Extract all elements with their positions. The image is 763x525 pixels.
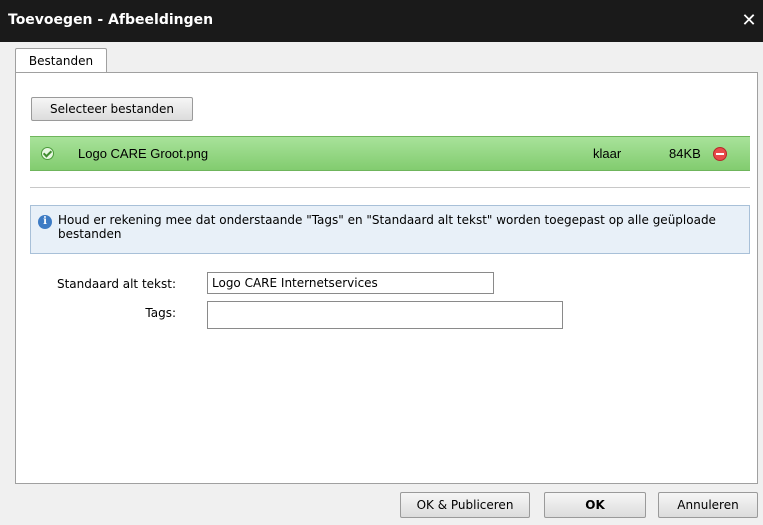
select-files-button[interactable]: Selecteer bestanden [31, 97, 193, 121]
dialog-title: Toevoegen - Afbeeldingen [8, 12, 214, 28]
alt-text-input[interactable] [207, 272, 494, 294]
tags-input[interactable] [207, 301, 563, 329]
ok-publish-button[interactable]: OK & Publiceren [400, 492, 530, 518]
file-status: klaar [593, 146, 622, 161]
divider [30, 187, 750, 188]
title-bar: Toevoegen - Afbeeldingen ✕ [0, 0, 763, 42]
info-icon: i [38, 215, 52, 229]
file-size: 84KB [669, 146, 701, 161]
info-message: Houd er rekening mee dat onderstaande "T… [58, 213, 716, 241]
remove-file-icon[interactable] [713, 147, 727, 161]
ok-button[interactable]: OK [544, 492, 646, 518]
dialog: Toevoegen - Afbeeldingen ✕ Bestanden Sel… [0, 0, 763, 525]
tags-label: Tags: [145, 306, 176, 320]
alt-text-label: Standaard alt tekst: [56, 277, 176, 291]
info-box: i Houd er rekening mee dat onderstaande … [30, 205, 750, 254]
file-name: Logo CARE Groot.png [78, 146, 209, 161]
file-row: Logo CARE Groot.png klaar 84KB [30, 136, 750, 171]
tab-panel: Selecteer bestanden Logo CARE Groot.png … [15, 72, 758, 484]
cancel-button[interactable]: Annuleren [658, 492, 758, 518]
close-icon[interactable]: ✕ [739, 10, 759, 32]
check-circle-icon [41, 147, 54, 160]
tab-bestanden[interactable]: Bestanden [15, 48, 107, 72]
